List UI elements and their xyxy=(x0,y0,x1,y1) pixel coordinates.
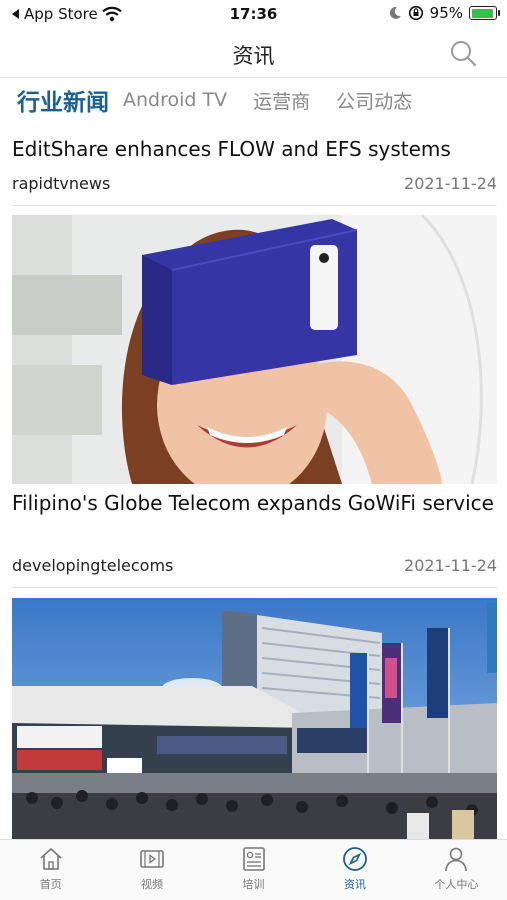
training-icon xyxy=(242,847,265,871)
tab-industry-news[interactable]: 行业新闻 xyxy=(17,83,109,117)
tab-operators[interactable]: 运营商 xyxy=(253,87,310,114)
page-title: 资讯 xyxy=(232,44,275,68)
category-tabs: 行业新闻 Android TV 运营商 公司动态 xyxy=(0,79,507,121)
battery-percent: 95% xyxy=(429,4,463,22)
video-icon xyxy=(140,850,164,868)
battery-icon xyxy=(469,6,500,20)
tab-label: 首页 xyxy=(39,878,62,891)
news-source: developingtelecoms xyxy=(12,556,174,575)
divider xyxy=(12,587,497,588)
news-feed[interactable]: EditShare enhances FLOW and EFS systems … xyxy=(0,121,507,839)
tab-news[interactable]: 资讯 xyxy=(304,840,405,900)
tab-label: 视频 xyxy=(141,878,164,891)
moon-icon xyxy=(389,6,401,19)
tab-video[interactable]: 视频 xyxy=(101,840,202,900)
tab-label: 资讯 xyxy=(343,878,366,891)
news-thumbnail-vr-headset[interactable] xyxy=(12,215,497,484)
news-date: 2021-11-24 xyxy=(404,556,497,575)
news-meta: rapidtvnews 2021-11-24 xyxy=(12,174,497,193)
status-bar: App Store 17:36 95% xyxy=(0,0,507,28)
person-icon xyxy=(445,847,468,872)
news-meta: developingtelecoms 2021-11-24 xyxy=(12,556,497,575)
news-source: rapidtvnews xyxy=(12,174,111,193)
news-title[interactable]: EditShare enhances FLOW and EFS systems xyxy=(12,135,500,163)
divider xyxy=(12,205,497,206)
tab-label: 培训 xyxy=(242,878,265,891)
search-icon[interactable] xyxy=(449,39,477,67)
home-icon xyxy=(40,847,62,870)
news-thumbnail-exhibition[interactable] xyxy=(12,598,497,839)
bottom-tab-bar: 首页 视频 培训 资讯 个人中心 xyxy=(0,839,507,900)
tab-profile[interactable]: 个人中心 xyxy=(406,840,507,900)
nav-bar: 资讯 xyxy=(0,28,507,78)
news-date: 2021-11-24 xyxy=(404,174,497,193)
rotation-lock-icon xyxy=(408,5,423,21)
tab-company-news[interactable]: 公司动态 xyxy=(336,87,412,114)
tab-home[interactable]: 首页 xyxy=(0,840,101,900)
news-title[interactable]: Filipino's Globe Telecom expands GoWiFi … xyxy=(12,489,500,517)
compass-icon xyxy=(343,847,367,871)
tab-training[interactable]: 培训 xyxy=(203,840,304,900)
tab-label: 个人中心 xyxy=(434,878,479,891)
tab-android-tv[interactable]: Android TV xyxy=(123,89,227,111)
